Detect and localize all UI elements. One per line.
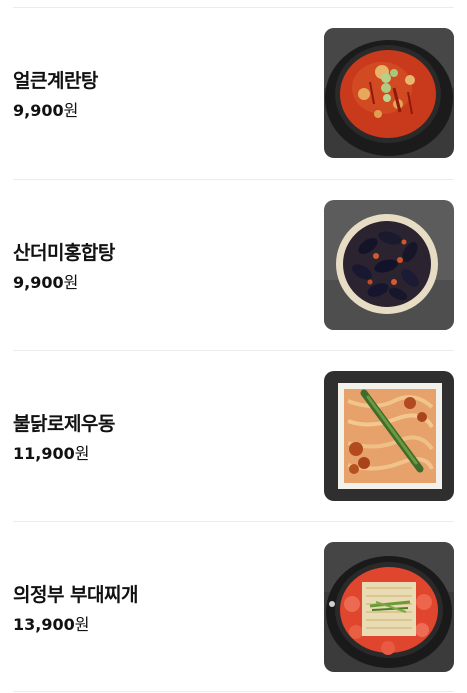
menu-item-price: 9,900원 xyxy=(13,273,79,292)
menu-item-price: 13,900원 xyxy=(13,615,90,634)
menu-item-name: 얼큰계란탕 xyxy=(13,70,98,92)
menu-item-image[interactable] xyxy=(324,371,454,501)
menu-item-image[interactable] xyxy=(324,200,454,330)
menu-item-rose-udon[interactable]: 불닭로제우동 11,900원 xyxy=(0,351,467,522)
menu-item-image[interactable] xyxy=(324,542,454,672)
menu-item-name: 산더미홍합탕 xyxy=(13,242,115,264)
menu-item-price: 9,900원 xyxy=(13,101,79,120)
menu-item-name: 의정부 부대찌개 xyxy=(13,584,138,606)
menu-item-mussel-stew[interactable]: 산더미홍합탕 9,900원 xyxy=(0,180,467,351)
menu-item-name: 불닭로제우동 xyxy=(13,413,115,435)
menu-item-army-stew[interactable]: 의정부 부대찌개 13,900원 xyxy=(0,522,467,693)
menu-item-price: 11,900원 xyxy=(13,444,90,463)
menu-item-spicy-egg-stew[interactable]: 얼큰계란탕 9,900원 xyxy=(0,8,467,179)
menu-list: 얼큰계란탕 9,900원 산더미홍합탕 9,900원 불닭로제우동 11,900… xyxy=(0,0,467,692)
menu-item-image[interactable] xyxy=(324,28,454,158)
